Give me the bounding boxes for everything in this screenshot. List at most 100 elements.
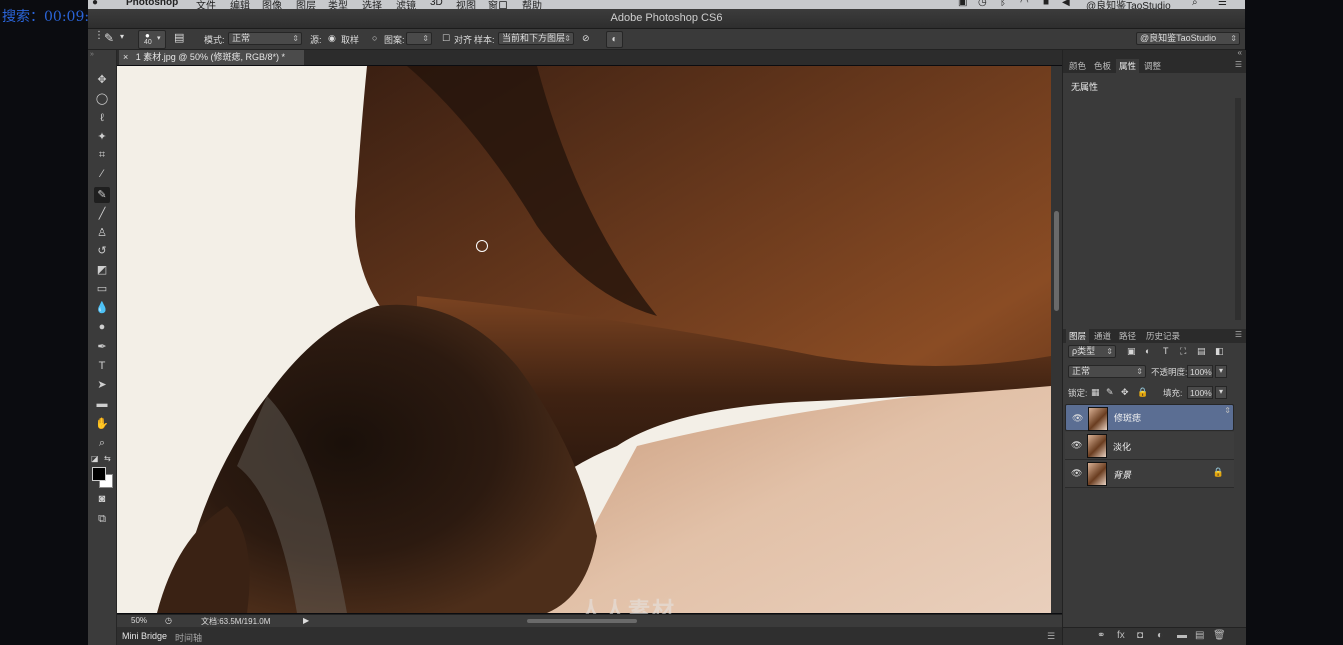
clone-stamp-tool-icon[interactable]: ♙ bbox=[94, 225, 110, 241]
source-sampled-radio[interactable]: ◉ bbox=[328, 33, 336, 44]
notification-icon[interactable]: ☰ bbox=[1218, 0, 1227, 8]
tab-swatches[interactable]: 色板 bbox=[1091, 59, 1114, 73]
menu-edit[interactable]: 编辑 bbox=[230, 0, 250, 9]
collapse-arrows-icon[interactable]: » bbox=[90, 51, 94, 58]
move-tool-icon[interactable]: ✥ bbox=[94, 72, 110, 88]
input-method-icon[interactable]: ■ bbox=[1043, 0, 1049, 8]
layer-row-1[interactable]: 👁 淡化 bbox=[1065, 432, 1234, 460]
screen-icon[interactable]: ▣ bbox=[958, 0, 967, 8]
type-tool-icon[interactable]: T bbox=[94, 358, 110, 374]
pressure-size-button[interactable]: ◐ bbox=[606, 31, 623, 48]
image-canvas[interactable] bbox=[117, 66, 1051, 613]
filter-pixel-icon[interactable]: ▣ bbox=[1127, 346, 1136, 357]
layer-row-2[interactable]: 👁 背景 🔒 bbox=[1065, 460, 1234, 488]
lasso-tool-icon[interactable]: ℓ bbox=[94, 110, 110, 126]
menu-view[interactable]: 视图 bbox=[456, 0, 476, 9]
tab-paths[interactable]: 路径 bbox=[1116, 329, 1139, 343]
quick-mask-icon[interactable]: ◙ bbox=[94, 491, 110, 507]
new-layer-icon[interactable]: ▤ bbox=[1195, 630, 1204, 641]
horizontal-scroll-thumb[interactable] bbox=[527, 619, 637, 623]
menu-3d[interactable]: 3D bbox=[430, 0, 443, 8]
vertical-scroll-thumb[interactable] bbox=[1054, 211, 1059, 311]
ignore-adjustment-icon[interactable]: ⊘ bbox=[582, 33, 590, 44]
screen-mode-icon[interactable]: ⧉ bbox=[94, 511, 110, 527]
zoom-level[interactable]: 50% bbox=[131, 616, 147, 625]
history-brush-tool-icon[interactable]: ↺ bbox=[94, 243, 110, 259]
shape-tool-icon[interactable]: ▬ bbox=[94, 396, 110, 412]
blur-tool-icon[interactable]: 💧 bbox=[94, 300, 110, 316]
workspace-select[interactable]: @良知鉴TaoStudio bbox=[1136, 32, 1240, 45]
quick-select-tool-icon[interactable]: ✦ bbox=[94, 129, 110, 145]
delete-layer-icon[interactable]: 🗑 bbox=[1213, 630, 1226, 641]
eye-icon[interactable]: 👁 bbox=[1071, 440, 1082, 451]
sample-select[interactable]: 当前和下方图层 bbox=[498, 32, 574, 45]
menubar-user[interactable]: @良知鉴TaoStudio bbox=[1086, 0, 1171, 9]
menu-filter[interactable]: 滤镜 bbox=[396, 0, 416, 9]
opacity-slider-icon[interactable]: ▾ bbox=[1215, 365, 1227, 378]
wifi-icon[interactable]: ◠ bbox=[1020, 0, 1029, 8]
default-colors-icon[interactable]: ◪ bbox=[91, 454, 99, 463]
vertical-scrollbar[interactable] bbox=[1051, 66, 1062, 613]
filter-adjustment-icon[interactable]: ◐ bbox=[1145, 346, 1150, 356]
layers-menu-icon[interactable]: ☰ bbox=[1235, 330, 1242, 339]
tool-preset-arrow-icon[interactable]: ▾ bbox=[120, 32, 124, 41]
bluetooth-icon[interactable]: ᛒ bbox=[1000, 0, 1006, 8]
menu-select[interactable]: 选择 bbox=[362, 0, 382, 9]
dock-collapse-icon[interactable]: « bbox=[1238, 48, 1242, 57]
tab-properties[interactable]: 属性 bbox=[1116, 59, 1140, 73]
layer-style-icon[interactable]: fx bbox=[1117, 630, 1125, 641]
foreground-color[interactable] bbox=[92, 467, 106, 481]
properties-menu-icon[interactable]: ☰ bbox=[1235, 60, 1242, 69]
marquee-tool-icon[interactable]: ◯ bbox=[94, 91, 110, 107]
dodge-tool-icon[interactable]: ● bbox=[94, 319, 110, 335]
pen-tool-icon[interactable]: ✒ bbox=[94, 339, 110, 355]
tab-history[interactable]: 历史记录 bbox=[1143, 329, 1183, 343]
menu-type[interactable]: 类型 bbox=[328, 0, 348, 9]
close-tab-icon[interactable]: × bbox=[123, 52, 128, 62]
add-mask-icon[interactable]: ◘ bbox=[1137, 630, 1143, 641]
brush-picker[interactable]: ● 40 ▾ bbox=[138, 30, 166, 49]
eye-icon[interactable]: 👁 bbox=[1072, 413, 1083, 424]
pattern-picker[interactable] bbox=[406, 32, 432, 45]
menu-help[interactable]: 帮助 bbox=[522, 0, 542, 9]
tab-mini-bridge[interactable]: Mini Bridge bbox=[122, 631, 167, 641]
filter-smart-object-icon[interactable]: ▤ bbox=[1197, 346, 1206, 357]
tab-channels[interactable]: 通道 bbox=[1091, 329, 1114, 343]
crop-tool-icon[interactable]: ⌗ bbox=[94, 147, 110, 163]
blend-mode-select[interactable]: 正常 bbox=[1068, 365, 1146, 378]
tab-color[interactable]: 颜色 bbox=[1066, 59, 1089, 73]
layer-row-0[interactable]: 👁 修斑痣 bbox=[1065, 404, 1234, 431]
fill-slider-icon[interactable]: ▾ bbox=[1215, 386, 1227, 399]
bottom-panel-menu-icon[interactable]: ☰ bbox=[1047, 631, 1055, 642]
lock-transparent-icon[interactable]: ▦ bbox=[1091, 387, 1100, 398]
volume-icon[interactable]: ◀ bbox=[1062, 0, 1070, 8]
zoom-icon[interactable]: ◷ bbox=[165, 616, 172, 625]
menu-image[interactable]: 图像 bbox=[262, 0, 282, 9]
lock-image-icon[interactable]: ✎ bbox=[1106, 387, 1114, 398]
lock-all-icon[interactable]: 🔒 bbox=[1137, 387, 1148, 398]
brush-tool-icon[interactable]: ╱ bbox=[94, 206, 110, 222]
filter-type-icon[interactable]: T bbox=[1163, 346, 1169, 356]
tab-layers[interactable]: 图层 bbox=[1066, 329, 1090, 343]
filter-toggle-icon[interactable]: ◧ bbox=[1215, 346, 1224, 357]
layer-filter-select[interactable]: ρ类型 bbox=[1068, 345, 1116, 358]
status-menu-arrow-icon[interactable]: ▶ bbox=[303, 616, 309, 625]
clock-icon[interactable]: ◷ bbox=[978, 0, 987, 8]
healing-brush-icon[interactable]: ✎ bbox=[104, 31, 114, 45]
fill-input[interactable]: 100% bbox=[1187, 386, 1213, 399]
swap-colors-icon[interactable]: ⇆ bbox=[104, 454, 111, 463]
gradient-tool-icon[interactable]: ▭ bbox=[94, 281, 110, 297]
document-tab[interactable]: × 1 素材.jpg @ 50% (修斑痣, RGB/8*) * bbox=[119, 50, 304, 65]
link-layers-icon[interactable]: ⚭ bbox=[1097, 630, 1105, 641]
new-group-icon[interactable]: ▬ bbox=[1177, 630, 1187, 641]
menu-window[interactable]: 窗口 bbox=[488, 0, 508, 9]
hand-tool-icon[interactable]: ✋ bbox=[94, 416, 110, 432]
tab-timeline[interactable]: 时间轴 bbox=[175, 631, 202, 644]
lock-position-icon[interactable]: ✥ bbox=[1121, 387, 1129, 398]
menu-layer[interactable]: 图层 bbox=[296, 0, 316, 9]
eye-icon[interactable]: 👁 bbox=[1071, 468, 1082, 479]
opacity-input[interactable]: 100% bbox=[1187, 365, 1213, 378]
source-pattern-radio[interactable]: ○ bbox=[372, 33, 377, 43]
spotlight-icon[interactable]: ⌕ bbox=[1192, 0, 1198, 8]
filter-shape-icon[interactable]: ⛶ bbox=[1180, 346, 1186, 357]
